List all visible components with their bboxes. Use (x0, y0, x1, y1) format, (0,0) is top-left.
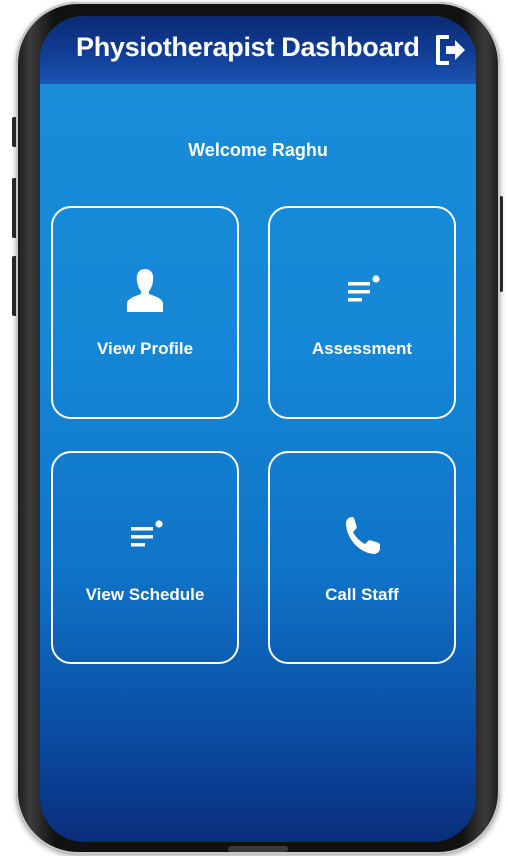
app-bar: Physiotherapist Dashboard (40, 16, 476, 84)
call-staff-label: Call Staff (325, 585, 399, 604)
list-icon (348, 275, 380, 302)
assessment-label: Assessment (311, 339, 413, 358)
assessment-button[interactable]: Assessment (268, 206, 456, 419)
logout-icon (436, 35, 465, 65)
view-schedule-label: View Schedule (85, 585, 205, 604)
phone-bezel: Physiotherapist Dashboard Welcome Raghu (40, 16, 476, 842)
home-indicator (228, 846, 288, 852)
app-screen: Physiotherapist Dashboard Welcome Raghu (40, 16, 476, 842)
phone-frame: Physiotherapist Dashboard Welcome Raghu (16, 2, 500, 854)
view-profile-label: View Profile (96, 339, 194, 358)
view-profile-button[interactable]: View Profile (51, 206, 239, 419)
call-staff-button[interactable]: Call Staff (268, 451, 456, 664)
person-icon (127, 269, 163, 312)
logout-button[interactable] (432, 32, 468, 68)
view-schedule-button[interactable]: View Schedule (51, 451, 239, 664)
phone-icon (346, 517, 380, 554)
list-icon (131, 520, 163, 547)
page-title: Physiotherapist Dashboard (76, 32, 420, 62)
welcome-message: Welcome Raghu (188, 140, 328, 160)
device-mockup: Physiotherapist Dashboard Welcome Raghu (0, 0, 508, 856)
